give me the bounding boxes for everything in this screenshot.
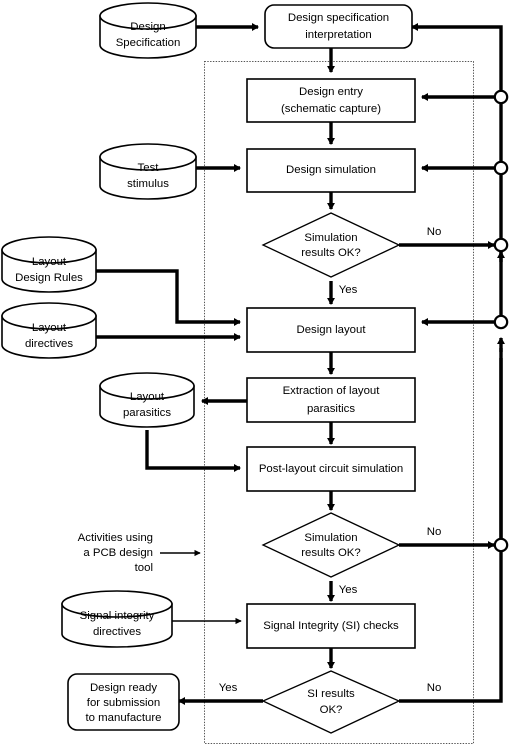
node-layout-parasitics-line2: parasitics bbox=[123, 407, 171, 419]
node-layout-design-rules-line2: Design Rules bbox=[15, 272, 83, 284]
node-si-checks-label: Signal Integrity (SI) checks bbox=[263, 620, 399, 632]
node-signal-integrity-checks: Signal Integrity (SI) checks bbox=[246, 603, 416, 649]
node-design-spec-interpretation-line1: Design specification bbox=[288, 12, 389, 24]
node-simulation-results-ok-1-line1: Simulation bbox=[304, 232, 357, 244]
node-si-results-ok: SI results OK? bbox=[261, 670, 401, 734]
edge-label-sim1-yes: Yes bbox=[339, 284, 358, 296]
node-si-directives-line2: directives bbox=[93, 626, 141, 638]
node-layout-directives-line2: directives bbox=[25, 338, 73, 350]
node-simulation-results-ok-2-line1: Simulation bbox=[304, 532, 357, 544]
flowchart-diagram: Design Specification Design specificatio… bbox=[0, 0, 511, 748]
node-design-specification-line1: Design bbox=[130, 21, 165, 33]
edge-rail-to-interpretation bbox=[410, 22, 503, 91]
node-design-specification: Design Specification bbox=[99, 2, 197, 59]
pcb-tool-boundary-annotation: Activities using a PCB design tool bbox=[78, 532, 201, 574]
boundary-label-line2: a PCB design bbox=[83, 547, 153, 559]
node-design-ready-line3: to manufacture bbox=[86, 712, 162, 724]
node-design-entry-line1: Design entry bbox=[299, 86, 363, 98]
node-design-layout: Design layout bbox=[246, 307, 416, 353]
node-signal-integrity-directives: Signal integrity directives bbox=[61, 590, 173, 648]
node-design-ready-line2: for submission bbox=[87, 697, 160, 709]
node-test-stimulus-line1: Test bbox=[138, 162, 160, 174]
node-si-directives-line1: Signal integrity bbox=[80, 610, 155, 622]
edge-parasitics-to-postlayout bbox=[145, 430, 242, 473]
junction-design-entry bbox=[493, 89, 509, 105]
node-design-entry: Design entry (schematic capture) bbox=[246, 78, 416, 123]
boundary-label-line3: tool bbox=[135, 562, 153, 574]
node-layout-parasitics: Layout parasitics bbox=[99, 372, 195, 428]
edge-label-sim2-yes: Yes bbox=[339, 584, 358, 596]
node-extraction-line1: Extraction of layout bbox=[283, 385, 381, 397]
node-simulation-results-ok-2: Simulation results OK? bbox=[261, 512, 401, 578]
node-design-simulation-label: Design simulation bbox=[286, 164, 376, 176]
node-test-stimulus-line2: stimulus bbox=[127, 178, 169, 190]
node-simulation-results-ok-2-line2: results OK? bbox=[301, 547, 361, 559]
edge-label-si-no: No bbox=[427, 682, 442, 694]
node-si-results-ok-line2: OK? bbox=[320, 704, 343, 716]
node-extraction-line2: parasitics bbox=[307, 403, 355, 415]
node-layout-directives-line1: Layout bbox=[32, 322, 67, 334]
edge-layout-rules-to-design-layout bbox=[96, 269, 242, 327]
node-design-spec-interpretation: Design specification interpretation bbox=[264, 4, 413, 49]
edge-label-si-yes: Yes bbox=[219, 682, 238, 694]
node-simulation-results-ok-1-line2: results OK? bbox=[301, 247, 361, 259]
node-si-results-ok-line1: SI results bbox=[307, 688, 355, 700]
edge-label-sim2-no: No bbox=[427, 526, 442, 538]
node-layout-design-rules-line1: Layout bbox=[32, 256, 67, 268]
junction-decision1 bbox=[493, 237, 509, 253]
edge-label-sim1-no: No bbox=[427, 226, 442, 238]
node-layout-parasitics-line1: Layout bbox=[130, 391, 165, 403]
node-simulation-results-ok-1: Simulation results OK? bbox=[261, 212, 401, 278]
node-design-spec-interpretation-line2: interpretation bbox=[305, 29, 372, 41]
node-post-layout-label: Post-layout circuit simulation bbox=[259, 463, 403, 475]
node-design-ready-line1: Design ready bbox=[90, 682, 157, 694]
node-post-layout-circuit-simulation: Post-layout circuit simulation bbox=[246, 446, 416, 492]
junction-design-layout bbox=[493, 314, 509, 330]
junction-design-simulation bbox=[493, 160, 509, 176]
node-design-layout-label: Design layout bbox=[296, 324, 366, 336]
node-extraction-of-layout-parasitics: Extraction of layout parasitics bbox=[246, 377, 416, 423]
node-layout-design-rules: Layout Design Rules bbox=[1, 236, 97, 293]
node-test-stimulus: Test stimulus bbox=[99, 143, 197, 200]
node-design-simulation: Design simulation bbox=[246, 148, 416, 193]
junction-decision2 bbox=[493, 537, 509, 553]
node-design-specification-line2: Specification bbox=[116, 37, 181, 49]
node-design-ready: Design ready for submission to manufactu… bbox=[67, 673, 180, 731]
boundary-label-line1: Activities using bbox=[78, 532, 153, 544]
node-layout-directives: Layout directives bbox=[1, 302, 97, 359]
node-design-entry-line2: (schematic capture) bbox=[281, 103, 381, 115]
